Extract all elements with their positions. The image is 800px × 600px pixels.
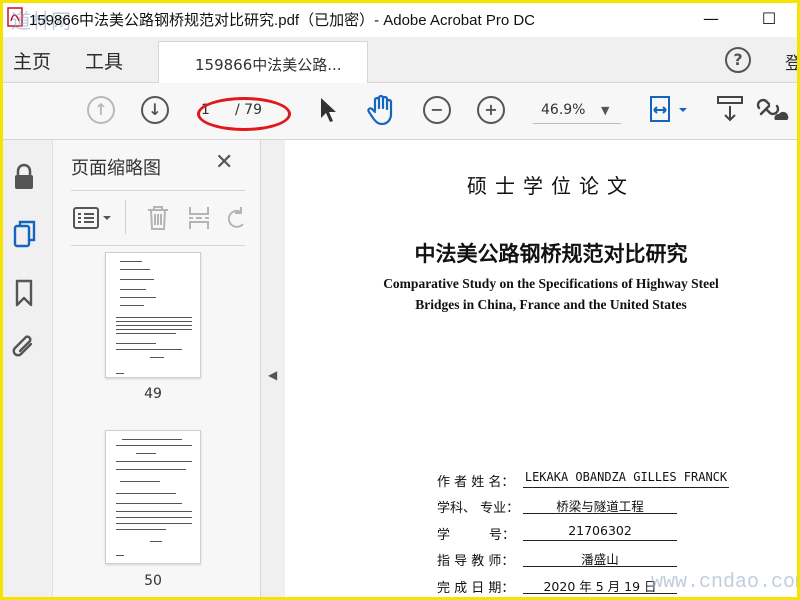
student-id-value: 21706302	[523, 523, 677, 541]
bookmark-icon[interactable]	[14, 278, 34, 312]
tab-document[interactable]: 159866中法美公路...	[158, 41, 368, 83]
tab-home[interactable]: 主页	[13, 47, 51, 74]
thesis-title-cn: 中法美公路钢桥规范对比研究	[414, 242, 688, 266]
site-watermark: www.cndao.com	[651, 571, 800, 594]
panel-title: 页面缩略图	[71, 158, 161, 179]
window-title: 159866中法美公路钢桥规范对比研究.pdf（已加密）- Adobe Acro…	[29, 12, 535, 29]
panel-toolbar	[71, 200, 251, 236]
page-thumbnail[interactable]	[105, 252, 201, 378]
major-value: 桥梁与隧道工程	[523, 496, 677, 514]
attachment-paperclip-icon[interactable]	[11, 332, 37, 366]
left-navigation-rail	[3, 140, 53, 597]
tab-document-label: 159866中法美公路...	[195, 56, 342, 74]
extract-pages-icon[interactable]	[187, 204, 211, 236]
collapse-arrow-icon: ◀	[268, 368, 278, 382]
chevron-down-icon: ▼	[601, 104, 610, 117]
tab-bar: 主页 工具 159866中法美公路... ? 登	[3, 37, 797, 83]
page-thumbnail[interactable]	[105, 430, 201, 564]
zoom-level-dropdown[interactable]: 46.9% ▼	[533, 98, 621, 124]
rotate-page-icon[interactable]	[227, 204, 247, 236]
fit-page-icon[interactable]	[647, 94, 691, 130]
divider	[125, 200, 126, 234]
title-bar: 道林网 159866中法美公路钢桥规范对比研究.pdf（已加密）- Adobe …	[3, 3, 797, 37]
document-view[interactable]: 硕士学位论文 中法美公路钢桥规范对比研究 Comparative Study o…	[285, 140, 797, 597]
scroll-mode-icon[interactable]	[715, 94, 745, 128]
thumbnail-page-number: 49	[144, 386, 162, 402]
close-panel-button[interactable]: ✕	[215, 150, 233, 175]
app-window: 道林网 159866中法美公路钢桥规范对比研究.pdf（已加密）- Adobe …	[0, 0, 800, 600]
zoom-out-button[interactable]: −	[423, 96, 451, 124]
major-label: 学科、 专业：	[437, 501, 520, 516]
select-cursor-icon[interactable]	[317, 96, 339, 128]
page-thumbnails-icon[interactable]	[12, 218, 38, 254]
thumbnail-options-icon[interactable]	[73, 206, 113, 234]
thesis-title-en-line1: Comparative Study on the Specifications …	[383, 276, 719, 291]
thesis-title-en-line2: Bridges in China, France and the United …	[415, 297, 687, 312]
hand-tool-icon[interactable]	[367, 94, 397, 130]
minimize-button[interactable]: —	[691, 7, 731, 31]
advisor-label: 指 导 教 师：	[437, 554, 515, 569]
panel-collapse-handle[interactable]: ◀	[261, 140, 285, 597]
thumbnail-page-number: 50	[144, 573, 162, 589]
zoom-level-value: 46.9%	[541, 102, 586, 118]
student-id-label: 学 号：	[437, 528, 516, 543]
date-label: 完 成 日 期：	[437, 581, 515, 596]
maximize-button[interactable]: ☐	[749, 7, 789, 31]
tab-tools[interactable]: 工具	[85, 47, 123, 74]
next-page-button[interactable]: ↓	[141, 96, 169, 124]
red-annotation-ellipse	[197, 97, 291, 131]
help-button[interactable]: ?	[725, 47, 751, 73]
author-value: LEKAKA OBANDZA GILLES FRANCK	[523, 470, 729, 488]
degree-heading: 硕士学位论文	[467, 174, 635, 198]
lock-icon[interactable]	[12, 162, 36, 196]
page-thumbnails-panel: 页面缩略图 ✕ 49 50	[53, 140, 300, 597]
divider	[71, 245, 245, 246]
share-link-icon[interactable]	[755, 94, 789, 128]
toolbar: ↑ ↓ 1 / 79 − + 46.9% ▼	[3, 84, 797, 140]
previous-page-button[interactable]: ↑	[87, 96, 115, 124]
author-label: 作 者 姓 名：	[437, 475, 515, 490]
zoom-in-button[interactable]: +	[477, 96, 505, 124]
login-button[interactable]: 登	[785, 49, 797, 74]
advisor-value: 潘盛山	[523, 549, 677, 567]
delete-trash-icon[interactable]	[145, 204, 171, 236]
divider	[71, 190, 245, 191]
